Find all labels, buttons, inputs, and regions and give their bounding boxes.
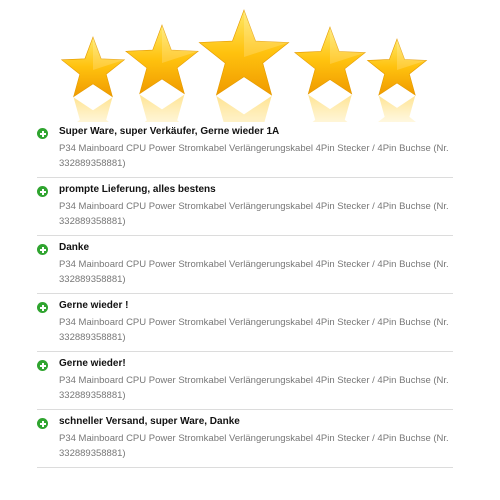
rating-stars-graphic	[60, 9, 428, 122]
feedback-item: Super Ware, super Verkäufer, Gerne wiede…	[37, 120, 453, 178]
feedback-comment: Gerne wieder !	[59, 300, 129, 311]
feedback-item-title[interactable]: P34 Mainboard CPU Power Stromkabel Verlä…	[59, 141, 454, 171]
star-reflection	[308, 94, 352, 122]
feedback-item: Gerne wieder! P34 Mainboard CPU Power St…	[37, 352, 453, 410]
feedback-comment: Super Ware, super Verkäufer, Gerne wiede…	[59, 126, 280, 137]
feedback-comment: prompte Lieferung, alles bestens	[59, 184, 216, 195]
positive-plus-icon	[37, 186, 48, 197]
feedback-item: schneller Versand, super Ware, Danke P34…	[37, 410, 453, 468]
feedback-comment: Danke	[59, 242, 90, 253]
feedback-item-title[interactable]: P34 Mainboard CPU Power Stromkabel Verlä…	[59, 373, 454, 403]
feedback-item-title[interactable]: P34 Mainboard CPU Power Stromkabel Verlä…	[59, 431, 454, 461]
positive-plus-icon	[37, 418, 48, 429]
star-reflection	[139, 94, 185, 122]
positive-plus-icon	[37, 128, 48, 139]
star-reflection	[73, 97, 113, 122]
positive-plus-icon	[37, 360, 48, 371]
feedback-item-title[interactable]: P34 Mainboard CPU Power Stromkabel Verlä…	[59, 199, 454, 229]
feedback-list: Super Ware, super Verkäufer, Gerne wiede…	[37, 120, 453, 468]
feedback-item-title[interactable]: P34 Mainboard CPU Power Stromkabel Verlä…	[59, 257, 454, 287]
star-reflection	[216, 96, 272, 122]
positive-plus-icon	[37, 244, 48, 255]
feedback-item: Gerne wieder ! P34 Mainboard CPU Power S…	[37, 294, 453, 352]
positive-plus-icon	[37, 302, 48, 313]
feedback-item: prompte Lieferung, alles bestens P34 Mai…	[37, 178, 453, 236]
feedback-comment: schneller Versand, super Ware, Danke	[59, 416, 240, 427]
feedback-comment: Gerne wieder!	[59, 358, 126, 369]
star-reflection	[378, 95, 416, 122]
rating-stars	[0, 0, 500, 122]
feedback-item: Danke P34 Mainboard CPU Power Stromkabel…	[37, 236, 453, 294]
feedback-item-title[interactable]: P34 Mainboard CPU Power Stromkabel Verlä…	[59, 315, 454, 345]
